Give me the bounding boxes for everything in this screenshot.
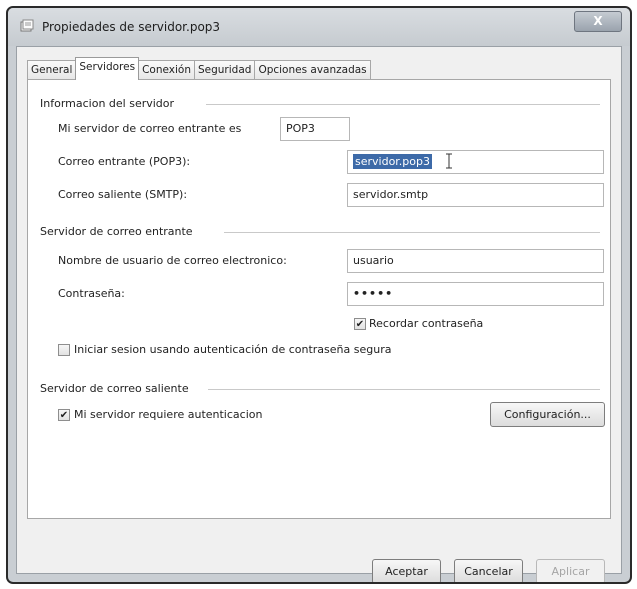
- password-field[interactable]: •••••: [347, 282, 604, 306]
- incoming-server-group-title: Servidor de correo entrante: [40, 225, 193, 238]
- tab-seguridad[interactable]: Seguridad: [193, 60, 256, 80]
- outgoing-mail-field[interactable]: servidor.smtp: [347, 183, 604, 207]
- tab-conexion[interactable]: Conexión: [138, 60, 195, 80]
- group-divider: [208, 389, 600, 390]
- username-label: Nombre de usuario de correo electronico:: [58, 254, 287, 267]
- secure-password-auth-label: Iniciar sesion usando autenticación de c…: [74, 343, 392, 356]
- remember-password-label: Recordar contraseña: [369, 317, 484, 330]
- mail-account-icon: [20, 19, 34, 32]
- outgoing-mail-label: Correo saliente (SMTP):: [58, 188, 188, 201]
- tab-servidores[interactable]: Servidores: [75, 57, 140, 80]
- cancel-button[interactable]: Cancelar: [454, 559, 523, 582]
- remember-password-checkbox[interactable]: ✔: [354, 318, 366, 330]
- servidores-tab-panel: Informacion del servidor Mi servidor de …: [27, 79, 611, 519]
- properties-dialog: Propiedades de servidor.pop3 X General S…: [6, 6, 632, 584]
- tab-strip: General Servidores Conexión Seguridad Op…: [27, 57, 371, 80]
- text-cursor-icon: [446, 153, 452, 169]
- group-divider: [224, 232, 600, 233]
- incoming-mail-field[interactable]: servidor.pop3: [347, 150, 604, 174]
- tab-opciones-avanzadas[interactable]: Opciones avanzadas: [254, 60, 371, 80]
- incoming-server-type-label: Mi servidor de correo entrante es: [58, 122, 242, 135]
- incoming-mail-selected-text: servidor.pop3: [353, 154, 433, 169]
- tab-general[interactable]: General: [27, 60, 77, 80]
- outgoing-auth-label: Mi servidor requiere autenticacion: [74, 408, 263, 421]
- group-divider: [206, 104, 600, 105]
- incoming-server-type-value: POP3: [280, 117, 350, 141]
- password-label: Contraseña:: [58, 287, 125, 300]
- secure-password-auth-checkbox[interactable]: [58, 344, 70, 356]
- dialog-client-area: General Servidores Conexión Seguridad Op…: [16, 46, 622, 582]
- outgoing-settings-button[interactable]: Configuración...: [490, 402, 605, 427]
- close-icon: X: [593, 14, 603, 28]
- incoming-mail-label: Correo entrante (POP3):: [58, 155, 191, 168]
- title-bar[interactable]: Propiedades de servidor.pop3 X: [8, 8, 630, 46]
- window-title: Propiedades de servidor.pop3: [42, 20, 221, 34]
- server-info-group-title: Informacion del servidor: [40, 97, 175, 110]
- username-field[interactable]: usuario: [347, 249, 604, 273]
- apply-button[interactable]: Aplicar: [536, 559, 605, 582]
- ok-button[interactable]: Aceptar: [372, 559, 441, 582]
- outgoing-auth-checkbox[interactable]: ✔: [58, 409, 70, 421]
- close-button[interactable]: X: [574, 11, 622, 32]
- outgoing-server-group-title: Servidor de correo saliente: [40, 382, 189, 395]
